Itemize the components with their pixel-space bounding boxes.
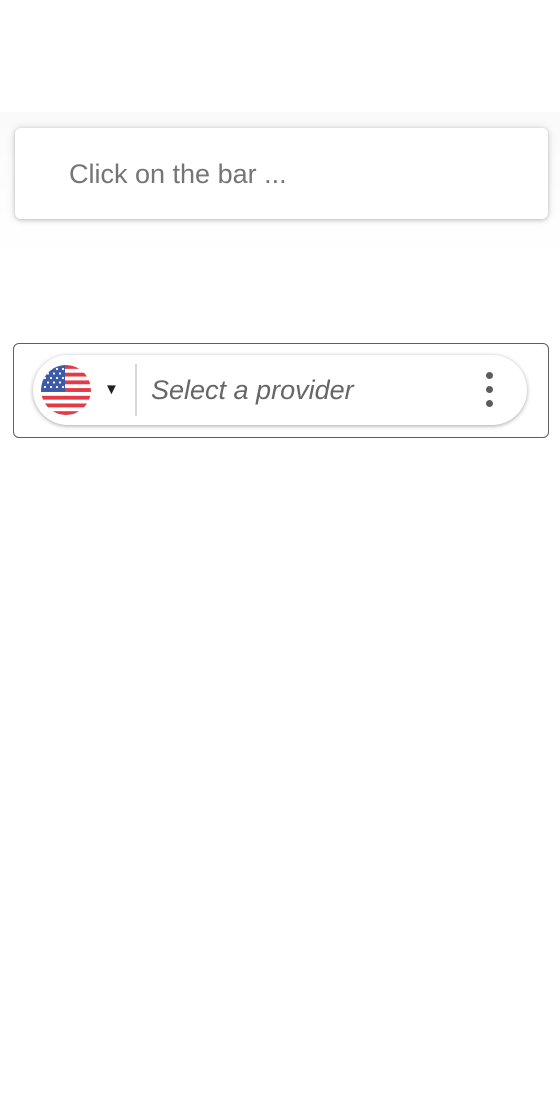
provider-selector-pill: ▼ [33, 355, 527, 425]
caret-down-icon: ▼ [104, 381, 119, 398]
search-bar-placeholder: Click on the bar ... [69, 159, 287, 189]
us-flag-icon [41, 365, 91, 415]
more-vertical-icon [486, 372, 493, 379]
country-selector-button[interactable]: ▼ [37, 361, 131, 419]
provider-selector-card: ▼ [13, 343, 549, 438]
search-bar[interactable]: Click on the bar ... [15, 128, 548, 219]
more-vertical-icon-dot [486, 386, 493, 393]
provider-input[interactable] [151, 372, 466, 408]
divider [135, 364, 137, 416]
more-vertical-icon-dot [486, 400, 493, 407]
more-options-button[interactable] [473, 370, 507, 410]
